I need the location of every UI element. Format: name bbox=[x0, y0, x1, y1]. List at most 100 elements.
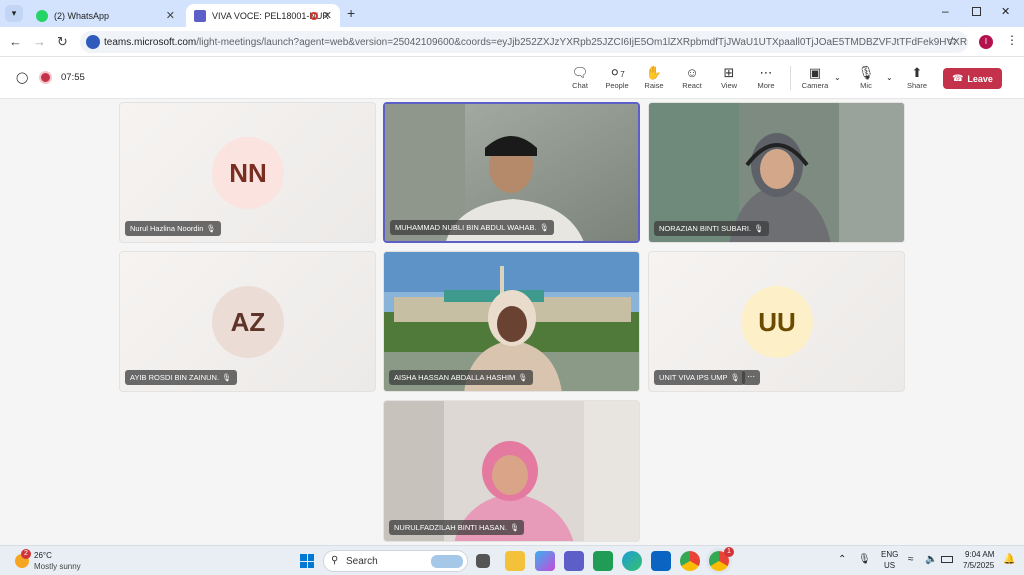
weather-widget[interactable]: 2 26°C Mostly sunny bbox=[13, 549, 103, 573]
shield-icon[interactable]: ◯ bbox=[16, 71, 28, 84]
back-icon[interactable]: ← bbox=[9, 34, 22, 49]
url-host: teams.microsoft.com bbox=[104, 36, 197, 48]
mic-icon: 🎙 bbox=[518, 373, 528, 382]
close-tab-icon[interactable]: ✕ bbox=[323, 9, 332, 22]
language-bottom[interactable]: US bbox=[884, 561, 895, 570]
people-button[interactable]: ⚪7 People bbox=[597, 65, 637, 90]
participant-name: NORAZIAN BINTI SUBARI. 🎙 bbox=[654, 221, 769, 236]
mic-icon: 🎙 bbox=[509, 523, 520, 532]
phone-hangup-icon: ☎ bbox=[952, 73, 964, 83]
ellipsis-icon: ⋯ bbox=[759, 65, 773, 80]
url-path: /light-meetings/launch?agent=web&version… bbox=[196, 36, 968, 48]
participant-tile[interactable]: NORAZIAN BINTI SUBARI. 🎙 bbox=[648, 102, 905, 243]
minimize-window-icon[interactable]: – bbox=[942, 4, 949, 18]
edge-icon[interactable] bbox=[622, 551, 642, 571]
camera-off-icon: ▣ bbox=[808, 65, 822, 80]
leave-button[interactable]: ☎ Leave bbox=[943, 68, 1002, 89]
people-icon: ⚪7 bbox=[609, 65, 625, 80]
search-highlight-icon bbox=[431, 555, 463, 568]
weather-temp: 26°C bbox=[34, 551, 52, 560]
chrome-badge: 1 bbox=[724, 547, 734, 557]
outlook-icon[interactable] bbox=[651, 551, 671, 571]
clock-date[interactable]: 7/5/2025 bbox=[963, 561, 994, 570]
tray-overflow-chevron-icon[interactable]: ⌃ bbox=[838, 554, 846, 565]
excel-icon[interactable] bbox=[593, 551, 613, 571]
notification-icon[interactable]: 🔔 bbox=[1003, 554, 1015, 565]
close-window-icon[interactable]: ✕ bbox=[1001, 5, 1010, 18]
mic-options-chevron-icon[interactable]: ⌄ bbox=[886, 73, 893, 82]
share-button[interactable]: ⬆ Share bbox=[897, 65, 937, 90]
participant-name: AYIB ROSDI BIN ZAINUN. 🎙 bbox=[125, 370, 237, 385]
tab-title: (2) WhatsApp bbox=[54, 10, 110, 21]
start-button[interactable] bbox=[297, 551, 317, 571]
chat-icon: 🗨 bbox=[571, 65, 589, 80]
recording-indicator-icon bbox=[310, 11, 318, 20]
clock-time[interactable]: 9:04 AM bbox=[965, 550, 994, 559]
participant-tile[interactable]: NURULFADZILAH BINTI HASAN. 🎙 bbox=[383, 400, 640, 542]
chrome-active-icon[interactable]: 1 bbox=[709, 547, 734, 571]
file-explorer-icon[interactable] bbox=[505, 551, 525, 571]
mic-button[interactable]: 🎙 Mic bbox=[846, 65, 886, 90]
camera-options-chevron-icon[interactable]: ⌄ bbox=[834, 73, 841, 82]
mic-off-icon: 🎙 bbox=[206, 224, 216, 233]
avatar: UU bbox=[741, 286, 813, 358]
participant-tile[interactable]: MUHAMMAD NUBLI BIN ABDUL WAHAB. 🎙 bbox=[383, 102, 640, 243]
copilot-icon[interactable] bbox=[535, 551, 555, 571]
tab-whatsapp[interactable]: (2) WhatsApp ✕ bbox=[28, 4, 183, 27]
meeting-stage: NN Nurul Hazlina Noordin 🎙 MUHAMMAD NUBLI… bbox=[0, 99, 1024, 545]
browser-tab-bar: ▾ (2) WhatsApp ✕ VIVA VOCE: PEL18001-NUR… bbox=[0, 0, 1024, 27]
reload-icon[interactable]: ↻ bbox=[57, 34, 68, 50]
weather-badge: 2 bbox=[21, 549, 31, 559]
whatsapp-icon bbox=[36, 9, 48, 22]
react-button[interactable]: ☺ React bbox=[672, 65, 712, 90]
address-bar: ← → ↻ teams.microsoft.com/light-meetings… bbox=[0, 27, 1024, 57]
browser-menu-icon[interactable]: ⋮ bbox=[1006, 33, 1018, 47]
participant-tile[interactable]: AISHA HASSAN ABDALLA HASHIM 🎙 bbox=[383, 251, 640, 392]
search-icon: ⚲ bbox=[331, 555, 339, 566]
close-tab-icon[interactable]: ✕ bbox=[166, 9, 175, 22]
share-icon: ⬆ bbox=[911, 65, 923, 80]
taskbar: 2 26°C Mostly sunny ⚲ Search 1 ⌃ 🎙 ENG U… bbox=[0, 545, 1024, 575]
participant-more-options-icon[interactable]: ⋯ bbox=[742, 370, 760, 385]
new-tab-button[interactable]: + bbox=[347, 5, 355, 21]
smiley-icon: ☺ bbox=[685, 65, 699, 80]
mic-off-icon: 🎙 bbox=[222, 373, 232, 382]
view-button[interactable]: ⊞ View bbox=[709, 65, 749, 90]
teams-icon bbox=[194, 9, 206, 22]
participant-name: NURULFADZILAH BINTI HASAN. 🎙 bbox=[389, 520, 525, 535]
restore-window-icon[interactable] bbox=[972, 7, 981, 16]
url-field[interactable]: teams.microsoft.com/light-meetings/launc… bbox=[80, 31, 968, 53]
task-view-icon[interactable] bbox=[476, 554, 490, 568]
recording-icon bbox=[41, 73, 50, 82]
participant-tile[interactable]: NN Nurul Hazlina Noordin 🎙 bbox=[119, 102, 376, 243]
teams-app-icon[interactable] bbox=[564, 551, 584, 571]
chrome-icon[interactable] bbox=[680, 551, 700, 571]
forward-icon[interactable]: → bbox=[33, 34, 46, 49]
more-button[interactable]: ⋯ More bbox=[746, 65, 786, 90]
raise-hand-button[interactable]: ✋ Raise bbox=[634, 65, 674, 90]
chat-button[interactable]: 🗨 Chat bbox=[560, 65, 600, 90]
tab-list-button[interactable]: ▾ bbox=[5, 5, 23, 22]
meeting-timer: 07:55 bbox=[61, 72, 85, 83]
participant-name: UNIT VIVA IPS UMP 🎙 bbox=[654, 370, 746, 385]
site-info-icon[interactable] bbox=[86, 35, 100, 49]
mic-off-icon: 🎙 bbox=[730, 373, 741, 382]
bookmark-star-icon[interactable]: ☆ bbox=[947, 34, 958, 48]
taskbar-search[interactable]: ⚲ Search bbox=[323, 550, 468, 572]
microphone-tray-icon[interactable]: 🎙 bbox=[858, 554, 871, 565]
participant-tile[interactable]: UU UNIT VIVA IPS UMP 🎙 ⋯ bbox=[648, 251, 905, 392]
avatar: NN bbox=[212, 137, 284, 209]
battery-icon[interactable] bbox=[941, 556, 953, 563]
language-top[interactable]: ENG bbox=[881, 550, 898, 559]
grid-icon: ⊞ bbox=[723, 65, 735, 80]
volume-icon[interactable]: 🔈 bbox=[925, 554, 937, 565]
toolbar-divider bbox=[790, 66, 791, 90]
mic-icon: 🎙 bbox=[754, 224, 764, 233]
wifi-icon[interactable]: ≈ bbox=[908, 554, 914, 565]
camera-button[interactable]: ▣ Camera bbox=[795, 65, 835, 90]
tab-viva-voce[interactable]: VIVA VOCE: PEL18001-NUR ✕ bbox=[186, 4, 340, 27]
participant-tile[interactable]: AZ AYIB ROSDI BIN ZAINUN. 🎙 bbox=[119, 251, 376, 392]
hand-icon: ✋ bbox=[645, 65, 663, 80]
avatar: AZ bbox=[212, 286, 284, 358]
profile-avatar[interactable]: I bbox=[979, 35, 993, 49]
